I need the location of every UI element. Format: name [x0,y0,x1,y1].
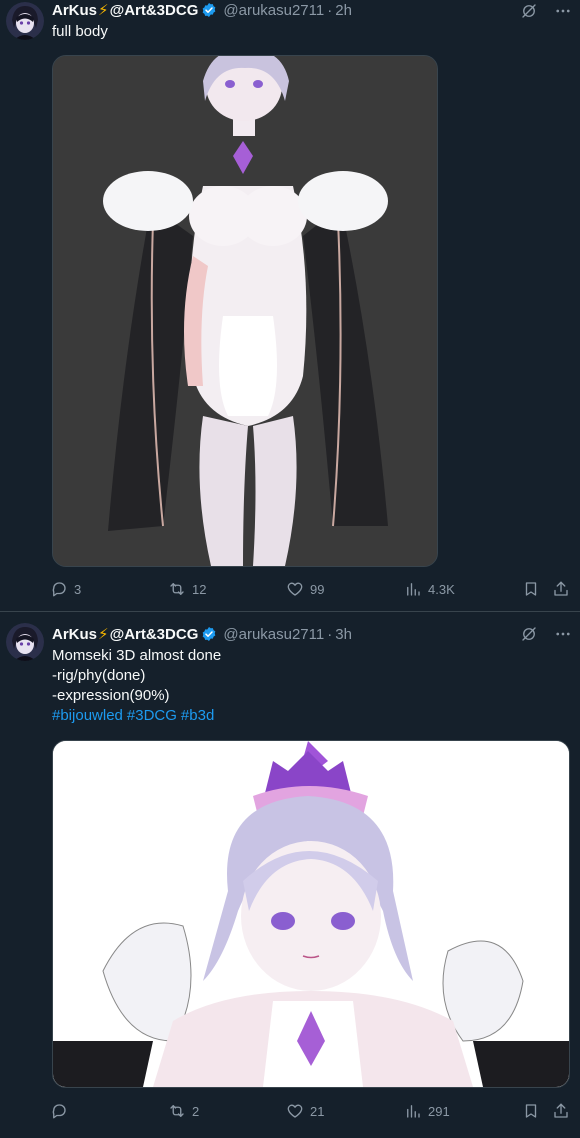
tweet-text: full body [52,22,570,42]
tweet-top-actions [520,2,572,20]
3d-character-portrait-image [53,741,569,1087]
grok-icon[interactable] [520,625,538,643]
tweet-2[interactable]: ArKus ⚡ @Art&3DCG @arukasu2711 · 3h Moms… [0,612,580,1138]
more-options-icon[interactable] [554,625,572,643]
tweet-1[interactable]: ArKus ⚡ @Art&3DCG @arukasu2711 · 2h full… [0,0,580,612]
author-handle[interactable]: @arukasu2711 [223,2,324,19]
reply-count: 3 [74,581,82,597]
view-count: 4.3K [428,581,455,597]
bookmark-button[interactable] [522,1102,540,1120]
retweet-button[interactable]: 2 [168,1102,199,1120]
tweet-text-line: Momseki 3D almost done [52,647,222,664]
tweet-top-actions [520,625,572,643]
lightning-icon: ⚡ [98,2,109,19]
author-name-suffix[interactable]: @Art&3DCG [110,626,199,643]
author-name[interactable]: ArKus [52,2,97,19]
more-options-icon[interactable] [554,2,572,20]
separator-dot: · [327,625,333,643]
share-icon [554,1103,568,1118]
hashtag-link[interactable]: #3DCG [127,707,177,724]
tweet-text-line: -expression(90%) [52,687,170,704]
tweet-header: ArKus ⚡ @Art&3DCG @arukasu2711 · 3h [52,624,570,644]
3d-character-full-body-image [53,56,437,566]
retweet-count: 12 [192,581,207,597]
share-button[interactable] [552,580,570,598]
heart-icon [287,1104,303,1118]
bookmark-icon [525,1104,537,1118]
retweet-button[interactable]: 12 [168,580,206,598]
tweet-actions: 3 12 99 4.3K [50,579,572,599]
view-count: 291 [428,1103,450,1119]
reply-button[interactable] [50,1102,74,1120]
tweet-media-image[interactable] [52,55,438,567]
retweet-icon [170,583,184,595]
tweet-time[interactable]: 2h [335,2,352,19]
like-count: 21 [310,1103,325,1119]
like-count: 99 [310,581,325,597]
hashtag-link[interactable]: #bijouwled [52,707,123,724]
hashtag-link[interactable]: #b3d [181,707,214,724]
tweet-header: ArKus ⚡ @Art&3DCG @arukasu2711 · 2h [52,0,570,20]
tweet-actions: 2 21 291 [50,1101,572,1121]
like-button[interactable]: 21 [286,1102,324,1120]
retweet-count: 2 [192,1103,200,1119]
views-button[interactable]: 291 [404,1102,450,1120]
reply-icon [52,1104,66,1119]
tweet-text-line: full body [52,23,108,40]
avatar[interactable] [6,2,44,40]
separator-dot: · [327,1,333,19]
views-chart-icon [407,1105,420,1118]
author-name[interactable]: ArKus [52,626,97,643]
views-button[interactable]: 4.3K [404,580,455,598]
share-icon [554,581,568,596]
retweet-icon [170,1105,184,1117]
share-button[interactable] [552,1102,570,1120]
tweet-time[interactable]: 3h [335,626,352,643]
verified-badge-icon [203,3,216,17]
tweet-text: Momseki 3D almost done -rig/phy(done) -e… [52,646,570,726]
bookmark-button[interactable] [522,580,540,598]
like-button[interactable]: 99 [286,580,324,598]
heart-icon [287,582,303,596]
lightning-icon: ⚡ [98,626,109,643]
verified-badge-icon [203,627,216,641]
avatar[interactable] [6,623,44,661]
reply-button[interactable]: 3 [50,580,81,598]
author-name-suffix[interactable]: @Art&3DCG [110,2,199,19]
tweet-text-line: -rig/phy(done) [52,667,146,684]
grok-icon[interactable] [520,2,538,20]
author-handle[interactable]: @arukasu2711 [223,626,324,643]
bookmark-icon [525,582,537,596]
hashtag-row: #bijouwled #3DCG #b3d [52,706,570,726]
reply-icon [52,582,66,597]
tweet-media-image[interactable] [52,740,570,1088]
views-chart-icon [407,583,420,596]
